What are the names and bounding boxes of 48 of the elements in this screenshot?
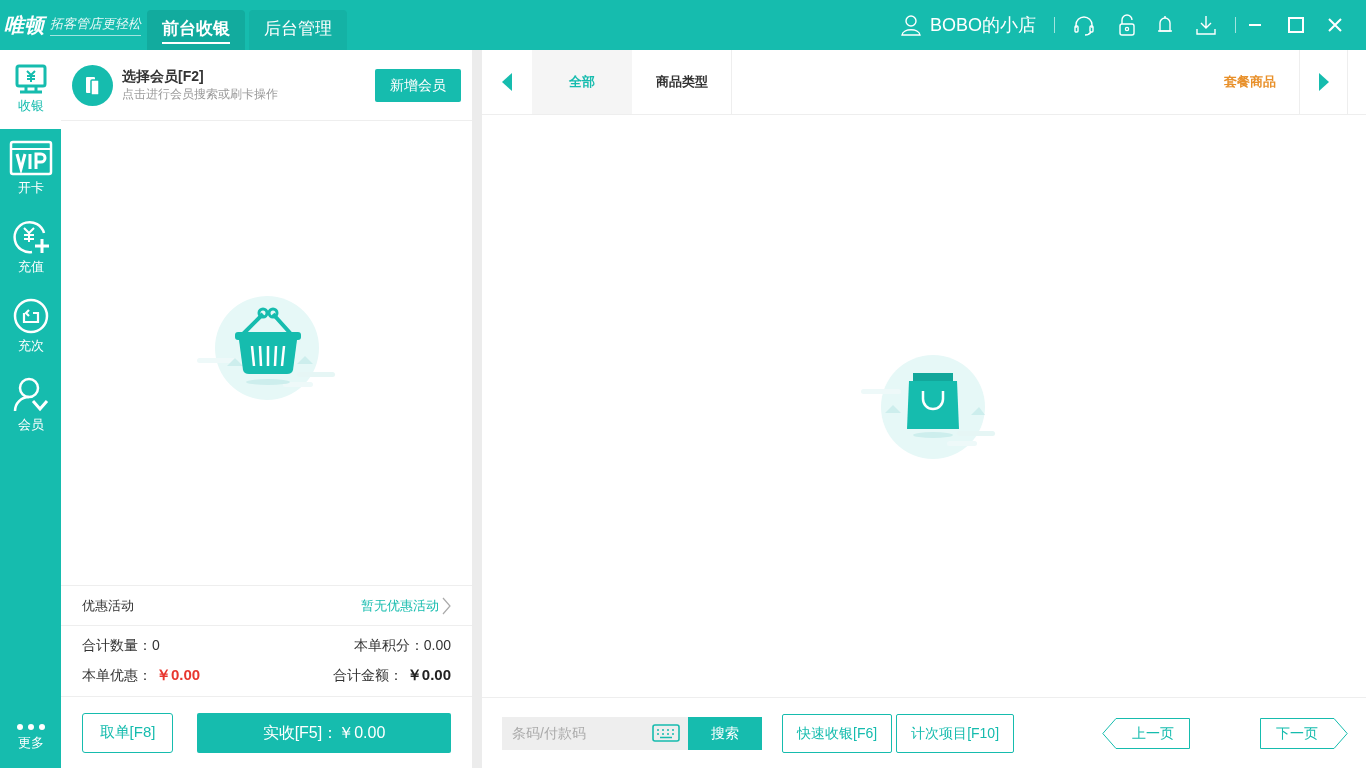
previous-page-button[interactable]: 上一页 [1102, 717, 1190, 749]
user-icon [900, 14, 922, 36]
select-member-title[interactable]: 选择会员[F2] [122, 67, 375, 85]
cancel-order-button[interactable]: 取单[F8] [82, 712, 173, 753]
category-tab[interactable]: 商品类型 [632, 50, 732, 114]
sidebar-item[interactable]: 充次 [0, 287, 61, 366]
chevron-right-icon [441, 596, 451, 615]
pay-button[interactable]: 实收[F5]：￥0.00 [197, 712, 451, 753]
total-field: 合计金额： ￥0.00 [266, 664, 451, 687]
package-tab[interactable]: 套餐商品 [1200, 50, 1300, 114]
header-tab[interactable]: 前台收银 [147, 10, 245, 50]
shortcut-button[interactable]: 快速收银[F6] [782, 713, 893, 753]
more-button[interactable]: 更多 [0, 708, 61, 768]
add-member-button[interactable]: 新增会员 [375, 68, 461, 102]
search-field[interactable]: 条码/付款码 [502, 716, 652, 750]
triangle-left-icon [502, 73, 512, 91]
maximize-icon[interactable] [1288, 17, 1304, 33]
member-card-icon [72, 64, 113, 106]
headset-icon[interactable] [1073, 14, 1095, 36]
slogan-text: 拓客管店更轻松 [50, 13, 141, 37]
member-icon [12, 376, 49, 413]
sidebar-item[interactable]: 充值 [0, 208, 61, 287]
total-field: 合计数量：0 [82, 635, 267, 657]
category-tab[interactable]: 全部 [532, 50, 632, 114]
keyboard-icon[interactable] [652, 724, 680, 742]
total-field: 本单优惠： ￥0.00 [82, 664, 267, 687]
total-field: 本单积分：0.00 [266, 635, 451, 657]
shop-name: BOBO的小店 [930, 13, 1036, 37]
promotion-link[interactable]: 暂无优惠活动 [361, 595, 451, 616]
search-button[interactable]: 搜索 [688, 716, 762, 750]
sidebar-item[interactable]: 开卡 [0, 129, 61, 208]
lock-icon[interactable] [1117, 14, 1137, 36]
triangle-right-icon [1318, 73, 1329, 91]
shortcut-button[interactable]: 计次项目[F10] [896, 713, 1015, 753]
close-icon[interactable] [1328, 18, 1342, 32]
monitor-icon [13, 63, 48, 94]
promotion-label: 优惠活动 [82, 596, 134, 615]
download-icon[interactable] [1195, 14, 1217, 36]
vip-card-icon [8, 139, 53, 176]
keyboard-button[interactable] [652, 716, 688, 750]
next-page-button[interactable]: 下一页 [1260, 717, 1348, 749]
recharge-icon [11, 218, 50, 255]
sidebar-item[interactable]: 收银 [0, 50, 61, 129]
sidebar-item[interactable]: 会员 [0, 366, 61, 445]
member-hint: 点击进行会员搜索或刷卡操作 [122, 86, 279, 103]
refill-icon [12, 297, 49, 334]
header-tab[interactable]: 后台管理 [249, 10, 347, 50]
dots-icon [15, 723, 46, 732]
